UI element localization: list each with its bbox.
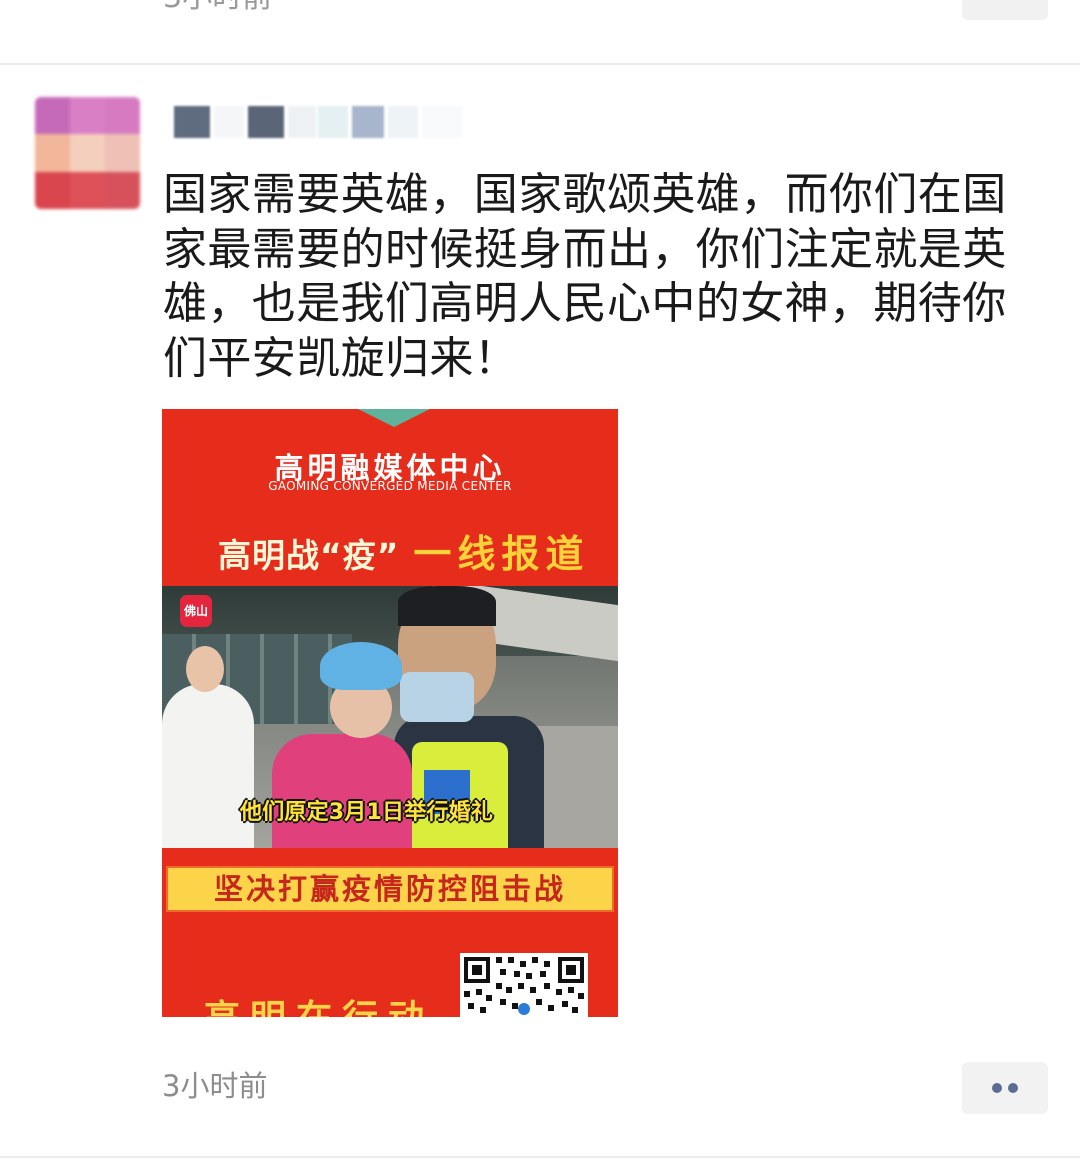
post-timestamp: 3小时前 — [162, 1069, 268, 1103]
more-actions-button[interactable] — [962, 1062, 1048, 1114]
moments-feed: 3小时前 国家需要英雄，国家歌颂英雄，而你们在国家最需要的时候挺身而出，你们注定… — [0, 0, 1080, 1161]
poster-report-title: 高明战“疫” 一线报道 — [218, 523, 589, 578]
previous-post: 3小时前 — [0, 0, 1080, 64]
avatar[interactable] — [35, 97, 140, 209]
previous-post-more-button[interactable] — [962, 0, 1048, 20]
photo-doctor-head — [186, 646, 224, 692]
photo-nurse-cap — [320, 642, 402, 690]
poster-org-name-en: GAOMING CONVERGED MEDIA CENTER — [268, 479, 512, 493]
more-dots-icon — [1008, 1083, 1018, 1093]
qr-code-graphic — [464, 957, 584, 1015]
more-dots-icon — [992, 1083, 1002, 1093]
post-divider — [0, 1156, 1080, 1158]
poster-slogan: 坚决打赢疫情防控阻击战 — [166, 866, 614, 912]
post-text: 国家需要英雄，国家歌颂英雄，而你们在国家最需要的时候挺身而出，你们注定就是英雄，… — [163, 169, 1007, 384]
nickname-pixelated[interactable] — [168, 98, 478, 148]
qr-code-icon — [460, 953, 588, 1017]
poster-report-title-prefix: 高明战“疫” — [218, 536, 400, 575]
poster-report-title-main: 一线报道 — [413, 532, 590, 576]
foshan-logo-badge: 佛山 — [180, 595, 212, 627]
post-image[interactable]: 高明融媒体中心 GAOMING CONVERGED MEDIA CENTER 高… — [162, 409, 618, 1017]
video-subtitle: 他们原定3月1日举行婚礼 — [240, 800, 494, 825]
previous-post-timestamp: 3小时前 — [163, 0, 272, 18]
photo-police-hair — [398, 586, 496, 626]
poster-notch — [358, 409, 430, 427]
poster-bottom-title: 高明在行动 — [204, 989, 434, 1017]
post-divider — [0, 63, 1080, 65]
photo-nurse-body — [272, 734, 412, 848]
photo-police-mask — [400, 672, 474, 722]
news-photo: 佛山 他们原定3月1日举行婚礼 — [162, 586, 618, 848]
